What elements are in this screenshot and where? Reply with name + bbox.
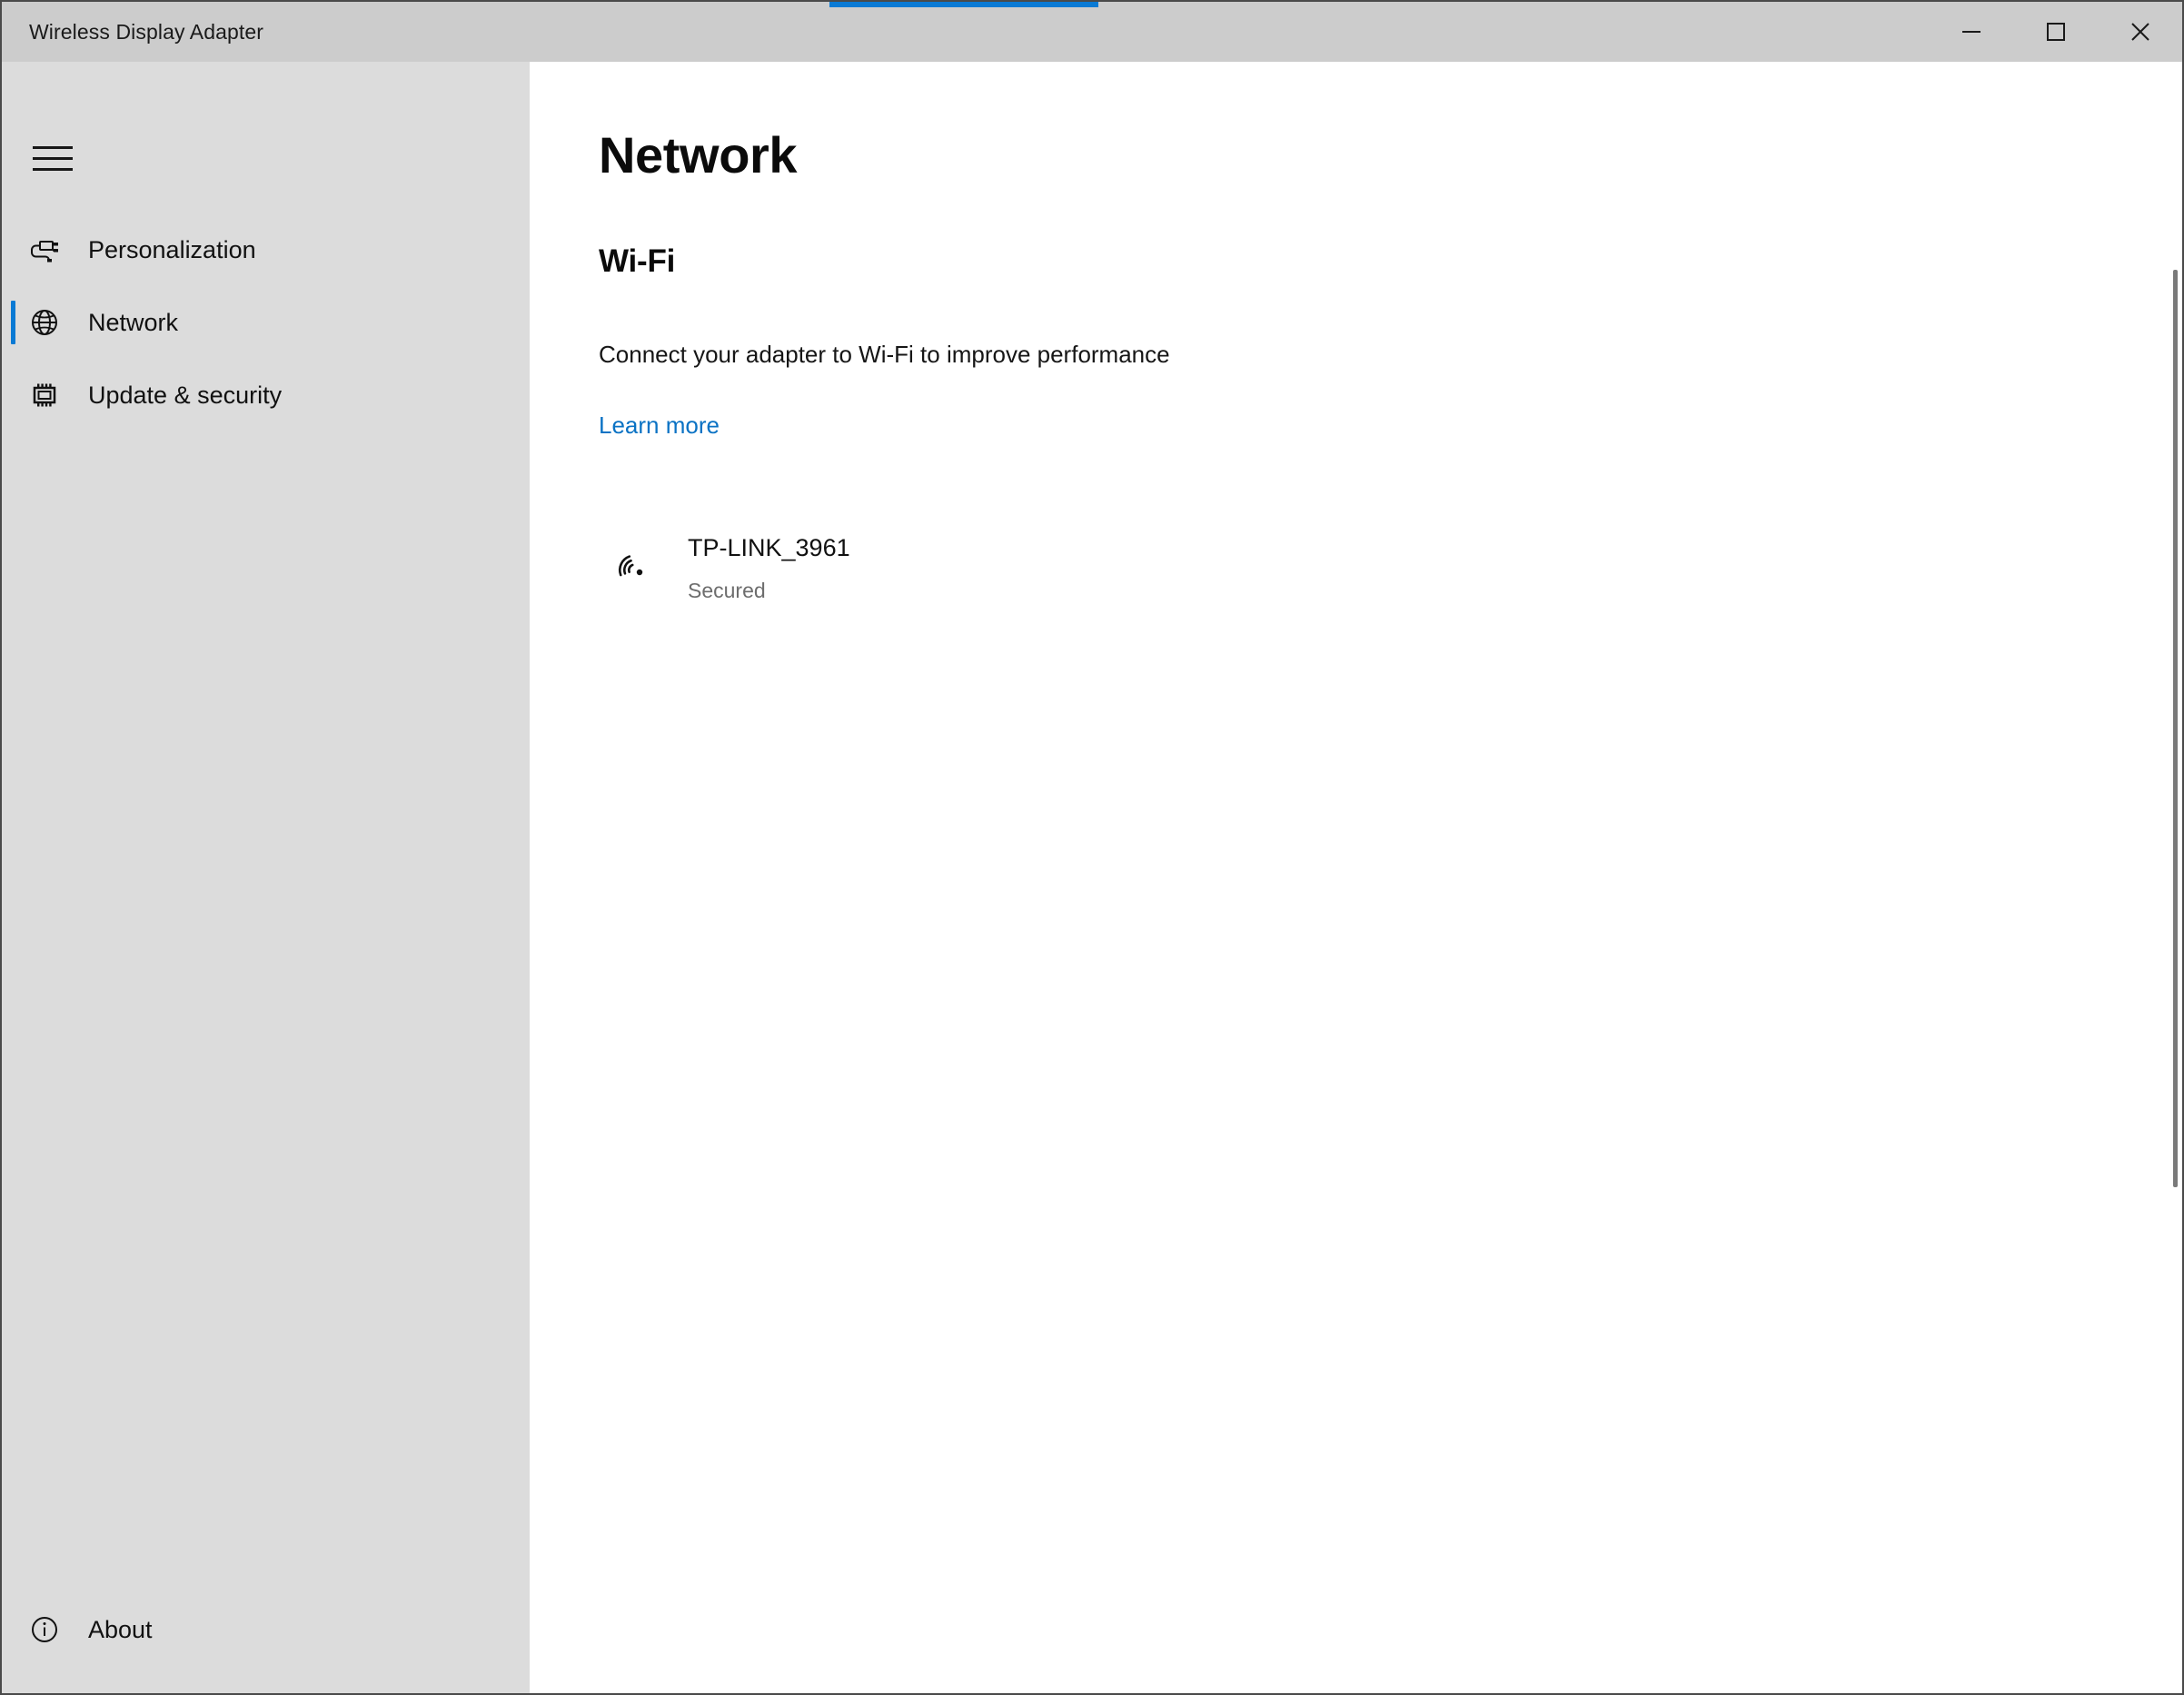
scrollbar-thumb[interactable] xyxy=(2173,270,2178,1187)
hamburger-menu-button[interactable] xyxy=(18,131,87,185)
sidebar-item-about[interactable]: About xyxy=(2,1593,530,1666)
page-title: Network xyxy=(599,125,797,184)
network-text: TP-LINK_3961 Secured xyxy=(688,525,850,603)
sidebar-item-label: Update & security xyxy=(88,382,282,410)
globe-icon xyxy=(25,302,65,342)
close-icon xyxy=(2127,18,2154,45)
section-description: Connect your adapter to Wi-Fi to improve… xyxy=(599,341,1170,369)
accent-strip xyxy=(829,2,1098,7)
sidebar-item-label: About xyxy=(88,1616,153,1644)
window-controls xyxy=(1929,2,2182,62)
learn-more-link[interactable]: Learn more xyxy=(599,411,720,440)
sidebar-nav: Personalization Network xyxy=(2,213,530,431)
chip-icon xyxy=(25,375,65,415)
network-ssid: TP-LINK_3961 xyxy=(688,536,850,560)
sidebar-item-label: Network xyxy=(88,309,178,337)
minimize-icon xyxy=(1958,18,1985,45)
selection-indicator xyxy=(11,301,15,344)
window-title: Wireless Display Adapter xyxy=(29,20,263,45)
sidebar-item-label: Personalization xyxy=(88,236,256,264)
maximize-icon xyxy=(2042,18,2070,45)
close-button[interactable] xyxy=(2098,2,2182,62)
content-area: Network Wi-Fi Connect your adapter to Wi… xyxy=(530,62,2182,1693)
hamburger-icon-line xyxy=(33,146,73,149)
info-circle-icon xyxy=(25,1610,65,1650)
app-window: Wireless Display Adapter xyxy=(0,0,2184,1695)
scrollbar[interactable] xyxy=(2168,62,2182,1693)
section-title-wifi: Wi-Fi xyxy=(599,243,675,280)
network-status: Secured xyxy=(688,579,850,603)
sidebar-item-update-security[interactable]: Update & security xyxy=(2,359,530,431)
sidebar-item-network[interactable]: Network xyxy=(2,286,530,359)
sidebar: Personalization Network xyxy=(2,62,530,1693)
title-bar: Wireless Display Adapter xyxy=(2,2,2182,62)
list-item[interactable]: TP-LINK_3961 Secured xyxy=(599,516,1961,616)
adapter-cable-icon xyxy=(25,230,65,270)
wifi-signal-icon xyxy=(611,541,655,585)
maximize-button[interactable] xyxy=(2013,2,2098,62)
hamburger-icon-line xyxy=(33,157,73,160)
hamburger-icon-line xyxy=(33,168,73,171)
wifi-network-list: TP-LINK_3961 Secured xyxy=(599,516,1961,616)
minimize-button[interactable] xyxy=(1929,2,2013,62)
sidebar-item-personalization[interactable]: Personalization xyxy=(2,213,530,286)
